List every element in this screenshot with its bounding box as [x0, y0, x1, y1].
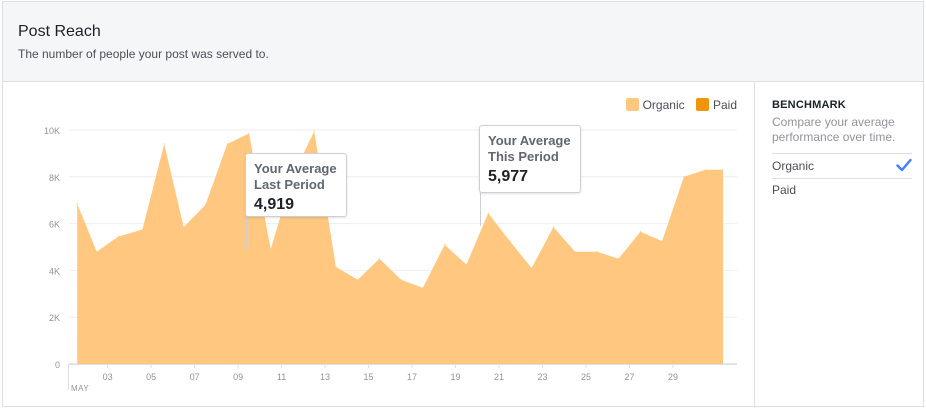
data-point — [574, 251, 576, 253]
x-tick-label: 13 — [320, 372, 330, 382]
data-point — [422, 287, 424, 289]
data-point — [183, 226, 185, 228]
benchmark-description: Compare your average performance over ti… — [772, 115, 896, 144]
x-tick-label: 23 — [538, 372, 548, 382]
data-point — [76, 203, 78, 205]
card-subtitle: The number of people your post was serve… — [18, 47, 269, 61]
series-area-organic — [77, 131, 723, 364]
x-tick-label: 17 — [407, 372, 417, 382]
data-point — [444, 244, 446, 246]
x-tick-label: 25 — [581, 372, 591, 382]
data-point — [705, 169, 707, 171]
check-icon — [896, 158, 912, 172]
x-tick-label: 05 — [146, 372, 156, 382]
benchmark-option-paid[interactable]: Paid — [772, 178, 912, 202]
data-point — [552, 226, 555, 228]
data-point — [531, 267, 533, 269]
data-point — [248, 132, 250, 135]
y-tick-label: 0 — [55, 360, 60, 370]
card-header: Post Reach The number of people your pos… — [3, 2, 923, 82]
x-tick-label: 15 — [364, 372, 374, 382]
data-point — [487, 212, 489, 214]
y-tick-label: 8K — [49, 173, 60, 183]
tooltip-this-value: 5,977 — [488, 168, 529, 185]
benchmark-title: BENCHMARK — [772, 99, 846, 111]
data-point — [683, 176, 685, 178]
data-point — [117, 235, 120, 238]
data-point — [639, 231, 642, 233]
tooltip-this-period: Your Average This Period 5,977 — [479, 125, 581, 193]
y-tick-label: 10K — [44, 126, 60, 136]
benchmark-option-organic-label: Organic — [772, 159, 815, 173]
data-point — [226, 143, 228, 145]
data-point — [722, 169, 724, 171]
y-tick-label: 6K — [49, 220, 60, 230]
tooltip-this-line1: Your Average — [488, 133, 571, 148]
x-tick-label: 11 — [277, 372, 286, 382]
data-point — [618, 258, 620, 260]
y-tick-label: 2K — [49, 313, 60, 323]
x-tick-label: 21 — [494, 372, 504, 382]
data-point — [378, 258, 380, 260]
tooltip-this-line2: This Period — [488, 149, 559, 164]
data-point — [204, 204, 207, 206]
data-point — [335, 266, 337, 268]
data-point — [661, 240, 663, 242]
data-point — [141, 228, 143, 231]
data-point — [313, 130, 315, 132]
x-tick-label: 27 — [624, 372, 634, 382]
data-point — [270, 248, 272, 250]
tooltip-last-line1: Your Average — [254, 161, 337, 176]
card-title: Post Reach — [18, 23, 101, 40]
tooltip-last-period: Your Average Last Period 4,919 — [245, 153, 347, 217]
post-reach-card: Post Reach The number of people your pos… — [2, 1, 924, 408]
data-point — [509, 240, 511, 242]
x-tick-label: 03 — [103, 372, 113, 382]
tooltip-last-value: 4,919 — [254, 196, 295, 213]
data-point — [357, 279, 359, 281]
x-tick-label: 19 — [451, 372, 461, 382]
x-tick-label: 29 — [668, 372, 678, 382]
x-tick-label: 07 — [190, 372, 200, 382]
data-point — [96, 251, 98, 253]
month-label: MAY — [71, 384, 89, 393]
benchmark-panel: BENCHMARK Compare your average performan… — [754, 82, 924, 408]
y-tick-label: 4K — [49, 266, 60, 276]
tooltip-last-line2: Last Period — [254, 177, 325, 192]
data-point — [465, 264, 467, 266]
data-point — [400, 279, 402, 281]
data-point — [163, 143, 165, 145]
benchmark-option-paid-label: Paid — [772, 183, 797, 197]
x-tick-label: 09 — [233, 372, 243, 382]
data-point — [596, 251, 598, 253]
reach-chart: 0 2K 4K 6K 8K 10K 03 05 07 09 11 13 15 17 19 21 23 25 27 29… — [44, 126, 737, 393]
chart-area: Organic Paid 0 2K 4K 6K 8K 10K 03 05 07 09 11 13 15 1… — [3, 82, 753, 408]
benchmark-option-organic[interactable]: Organic — [772, 153, 912, 179]
